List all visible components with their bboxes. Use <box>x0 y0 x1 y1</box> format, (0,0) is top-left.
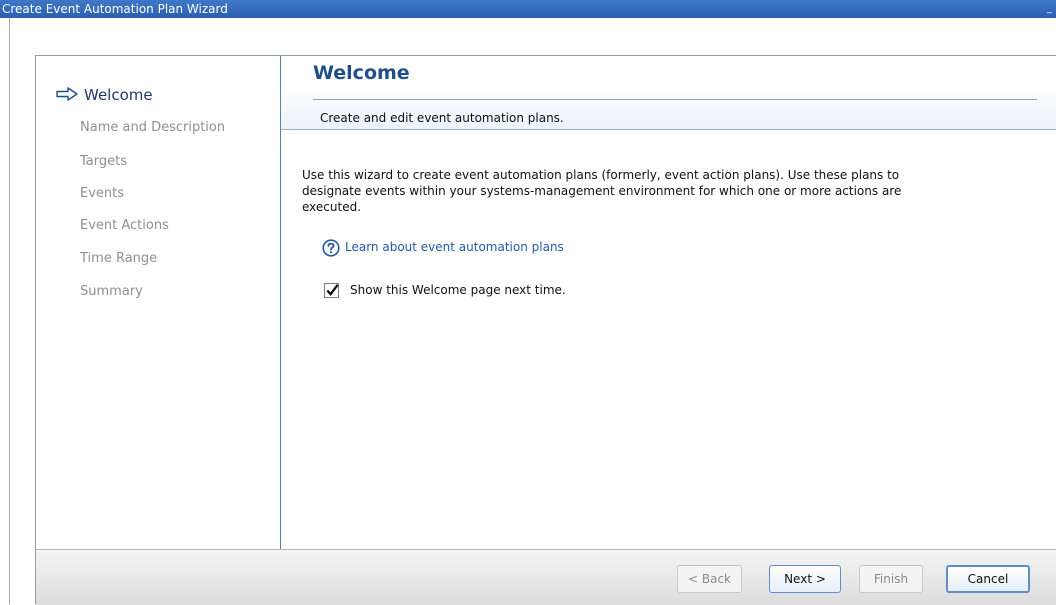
window-titlebar: Create Event Automation Plan Wizard _ <box>0 0 1056 18</box>
wizard-content: Welcome Create and edit event automation… <box>281 56 1056 549</box>
wizard-footer: < Back Next > Finish Cancel <box>36 549 1056 605</box>
checkmark-icon <box>326 284 339 297</box>
header-divider <box>313 99 1037 100</box>
minimize-icon[interactable]: _ <box>1045 4 1054 14</box>
nav-step-targets: Targets <box>80 154 127 169</box>
show-welcome-checkbox[interactable] <box>324 283 339 298</box>
description-line: Use this wizard to create event automati… <box>302 168 900 182</box>
page-title: Welcome <box>313 62 410 84</box>
nav-step-event-actions: Event Actions <box>80 218 169 233</box>
cancel-button[interactable]: Cancel <box>946 565 1030 593</box>
wizard-steps-nav: Welcome Name and Description Targets Eve… <box>36 56 281 549</box>
description-line: designate events within your systems-man… <box>302 184 902 198</box>
nav-step-summary: Summary <box>80 284 143 299</box>
wizard-panel: Welcome Name and Description Targets Eve… <box>35 55 1056 605</box>
nav-step-events: Events <box>80 186 125 201</box>
learn-more-label: Learn about event automation plans <box>345 240 564 254</box>
back-button[interactable]: < Back <box>677 565 742 593</box>
finish-button[interactable]: Finish <box>859 565 923 593</box>
learn-more-link[interactable]: Learn about event automation plans <box>322 237 564 257</box>
show-welcome-option[interactable]: Show this Welcome page next time. <box>324 280 566 300</box>
page-subtitle: Create and edit event automation plans. <box>320 111 564 125</box>
description-line: executed. <box>302 200 362 214</box>
right-arrow-icon <box>56 87 78 101</box>
nav-step-time-range: Time Range <box>80 251 158 266</box>
window-title: Create Event Automation Plan Wizard <box>2 2 228 16</box>
nav-step-name-and-description: Name and Description <box>80 120 226 135</box>
nav-step-welcome[interactable]: Welcome <box>56 86 153 104</box>
help-icon <box>322 238 340 257</box>
show-welcome-label: Show this Welcome page next time. <box>350 283 566 297</box>
header-border <box>281 129 1056 130</box>
page-header: Welcome Create and edit event automation… <box>281 56 1056 129</box>
page-description: Use this wizard to create event automati… <box>302 167 1042 215</box>
nav-step-label: Welcome <box>84 86 153 104</box>
next-button[interactable]: Next > <box>769 565 841 593</box>
